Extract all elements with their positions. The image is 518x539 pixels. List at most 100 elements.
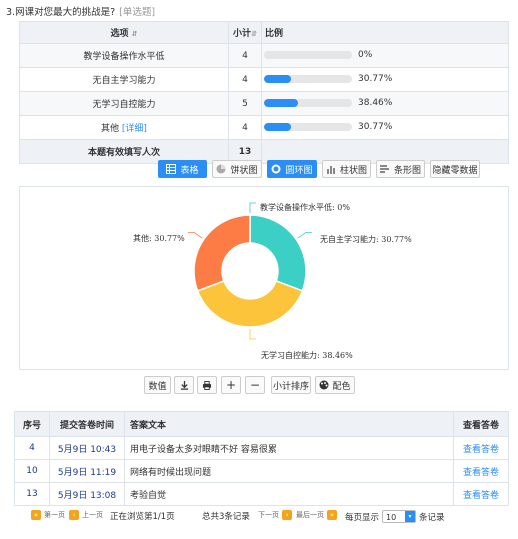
hbar-chart-label: 条形图 xyxy=(393,165,421,176)
answer-text: 网络有时候出现问题 xyxy=(124,459,454,483)
answer-no: 10 xyxy=(14,459,50,483)
percent-text: 30.77% xyxy=(358,122,393,133)
zoom-out-button[interactable]: − xyxy=(245,376,265,394)
answers-table: 序号 提交答卷时间 答案文本 查看答卷 4 5月9日 10:43 用电子设备太多… xyxy=(14,411,509,506)
bar-chart-icon xyxy=(326,166,335,174)
answer-time: 5月9日 13:08 xyxy=(49,482,125,506)
leader-line xyxy=(188,231,203,239)
view-answer-link[interactable]: 查看答卷 xyxy=(453,482,509,506)
donut-slice[interactable] xyxy=(193,214,251,292)
palette-icon xyxy=(319,380,329,390)
pie-chart-button[interactable]: 饼状图 xyxy=(212,160,262,178)
next-page-button[interactable]: 下一页 › xyxy=(258,510,292,520)
header-ratio: 比例 xyxy=(261,21,509,44)
option-count: 4 xyxy=(228,67,262,92)
stats-row: 无学习自控能力 5 38.46% xyxy=(19,91,509,116)
prev-page-label: 上一页 xyxy=(82,511,103,519)
table-view-button[interactable]: 表格 xyxy=(158,160,207,178)
stats-table: 选项 ⇵ 小计⇵ 比例 教学设备操作水平低 4 0% 无自主学习能力 4 30.… xyxy=(19,21,509,164)
prev-page-button[interactable]: ‹ 上一页 xyxy=(69,510,103,520)
records-unit-label: 条记录 xyxy=(419,512,445,523)
next-page-label: 下一页 xyxy=(258,511,279,519)
donut-chart xyxy=(188,202,312,340)
first-page-label: 第一页 xyxy=(44,511,65,519)
answer-no: 4 xyxy=(14,436,50,460)
leader-line xyxy=(249,329,256,340)
hide-zero-label: 隐藏零数据 xyxy=(432,165,478,176)
option-label: 教学设备操作水平低 xyxy=(19,43,229,68)
print-button[interactable] xyxy=(197,376,217,394)
answer-no: 13 xyxy=(14,482,50,506)
per-page-value: 10 xyxy=(386,513,397,522)
color-scheme-button[interactable]: 配色 xyxy=(315,376,355,394)
hide-zero-button[interactable]: 隐藏零数据 xyxy=(430,160,480,178)
hbar-chart-button[interactable]: 条形图 xyxy=(376,160,425,178)
slice-label: 无学习自控能力: 38.46% xyxy=(261,351,353,360)
sort-by-count-button[interactable]: 小计排序 xyxy=(271,376,311,394)
minus-icon: − xyxy=(249,378,261,392)
header-count[interactable]: 小计⇵ xyxy=(228,21,262,44)
per-page-select[interactable]: 10 ▾ xyxy=(382,510,417,523)
question-title-text: 3.网课对您最大的挑战是? xyxy=(6,7,116,18)
table-row: 4 5月9日 10:43 用电子设备太多对眼睛不好 容易很累 查看答卷 xyxy=(14,436,509,460)
percent-text: 0% xyxy=(358,50,373,61)
detail-link[interactable]: [详细] xyxy=(122,124,147,134)
answer-text: 考验自觉 xyxy=(124,482,454,506)
per-page-control: 每页显示 10 ▾ 条记录 xyxy=(345,510,445,523)
bar-chart-button[interactable]: 柱状图 xyxy=(322,160,371,178)
header-text: 答案文本 xyxy=(124,411,454,437)
slice-label: 教学设备操作水平低: 0% xyxy=(260,203,350,212)
download-icon xyxy=(180,380,188,390)
question-type: [单选题] xyxy=(119,7,156,18)
answer-text: 用电子设备太多对眼睛不好 容易很累 xyxy=(124,436,454,460)
header-time: 提交答卷时间 xyxy=(49,411,125,437)
table-row: 13 5月9日 13:08 考验自觉 查看答卷 xyxy=(14,482,509,506)
option-count: 4 xyxy=(228,115,262,140)
percent-bar xyxy=(264,123,352,132)
hbar-chart-icon xyxy=(379,165,389,173)
values-button[interactable]: 数值 xyxy=(144,376,171,394)
zoom-in-button[interactable]: + xyxy=(221,376,241,394)
print-icon xyxy=(202,380,212,390)
slice-label: 无自主学习能力: 30.77% xyxy=(320,235,412,244)
page-status: 正在浏览第1/1页 xyxy=(110,512,175,522)
per-page-label: 每页显示 xyxy=(345,512,380,523)
stats-row: 教学设备操作水平低 4 0% xyxy=(19,43,509,68)
chart-panel: 教学设备操作水平低: 0% 无自主学习能力: 30.77% 无学习自控能力: 3… xyxy=(19,186,509,370)
first-page-button[interactable]: « 第一页 xyxy=(31,510,65,520)
chevron-down-icon: ▾ xyxy=(405,511,416,522)
donut-slice[interactable] xyxy=(196,279,304,328)
donut-slice[interactable] xyxy=(249,214,307,292)
last-page-button[interactable]: 最后一页 » xyxy=(296,510,337,520)
donut-chart-button[interactable]: 圆环图 xyxy=(267,160,317,178)
download-button[interactable] xyxy=(174,376,194,394)
pie-chart-label: 饼状图 xyxy=(230,165,258,176)
table-icon xyxy=(166,164,177,174)
stats-row: 其他 [详细] 4 30.77% xyxy=(19,115,509,140)
percent-text: 38.46% xyxy=(358,98,393,109)
option-label: 其他 [详细] xyxy=(19,115,229,140)
sort-icon[interactable]: ⇵ xyxy=(251,30,257,38)
last-page-icon: » xyxy=(327,510,337,520)
next-page-icon: › xyxy=(282,510,292,520)
total-records: 总共3条记录 xyxy=(202,512,250,522)
view-answer-link[interactable]: 查看答卷 xyxy=(453,459,509,483)
last-page-label: 最后一页 xyxy=(296,511,324,519)
view-answer-link[interactable]: 查看答卷 xyxy=(453,436,509,460)
option-label: 无自主学习能力 xyxy=(19,67,229,92)
table-view-label: 表格 xyxy=(180,165,199,176)
answer-time: 5月9日 11:19 xyxy=(49,459,125,483)
bar-chart-label: 柱状图 xyxy=(339,165,367,176)
percent-bar xyxy=(264,51,352,60)
option-count: 5 xyxy=(228,91,262,116)
header-option[interactable]: 选项 ⇵ xyxy=(19,21,229,44)
leader-line xyxy=(297,231,312,239)
first-page-icon: « xyxy=(31,510,41,520)
plus-icon: + xyxy=(225,378,237,392)
donut-chart-label: 圆环图 xyxy=(285,165,313,176)
values-label: 数值 xyxy=(148,381,167,392)
option-count: 4 xyxy=(228,43,262,68)
percent-bar xyxy=(264,99,352,108)
prev-page-icon: ‹ xyxy=(69,510,79,520)
sort-icon[interactable]: ⇵ xyxy=(132,30,138,38)
